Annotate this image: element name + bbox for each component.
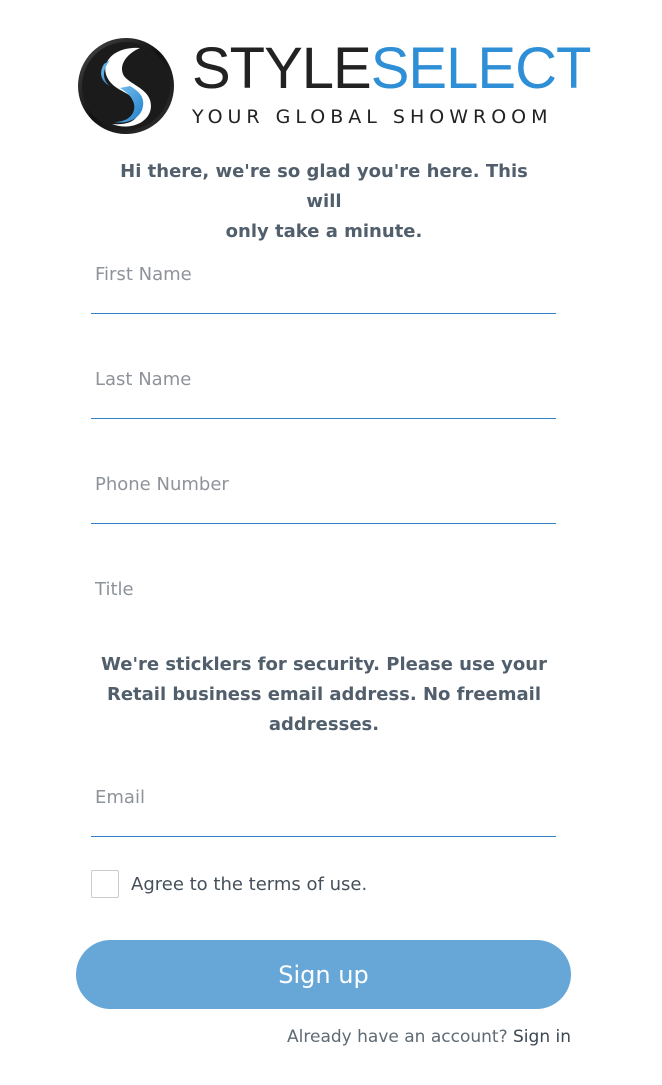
welcome-message: Hi there, we're so glad you're here. Thi… <box>100 157 548 247</box>
title-input[interactable] <box>95 570 550 608</box>
brand-wordmark: STYLESELECT YOUR GLOBAL SHOWROOM <box>192 36 592 130</box>
sign-in-link[interactable]: Sign in <box>513 1027 571 1047</box>
security-note-line-1: We're sticklers for security. Please use… <box>101 654 547 675</box>
terms-label: Agree to the terms of use. <box>131 873 368 895</box>
last-name-field <box>91 354 556 419</box>
signin-prompt-text: Already have an account? <box>287 1027 508 1047</box>
security-note-line-2: Retail business email address. No freema… <box>106 684 542 705</box>
security-note: We're sticklers for security. Please use… <box>100 650 548 740</box>
security-note-line-3: addresses. <box>268 714 380 735</box>
brand-logo: STYLESELECT YOUR GLOBAL SHOWROOM <box>76 36 591 136</box>
brand-name-part1: STYLE <box>192 36 372 101</box>
first-name-field <box>91 249 556 314</box>
welcome-line-2: only take a minute. <box>225 221 423 242</box>
terms-agreement: Agree to the terms of use. <box>91 868 367 900</box>
phone-number-field <box>91 459 556 524</box>
terms-checkbox[interactable] <box>91 870 119 898</box>
brand-name: STYLESELECT <box>192 36 592 101</box>
brand-tagline: YOUR GLOBAL SHOWROOM <box>192 106 553 128</box>
phone-number-input[interactable] <box>95 465 550 503</box>
signin-prompt: Already have an account? Sign in <box>287 1027 571 1047</box>
last-name-input[interactable] <box>95 360 550 398</box>
style-select-logo-icon <box>78 38 174 134</box>
brand-name-part2: SELECT <box>370 36 592 101</box>
title-field <box>91 564 556 608</box>
email-field <box>91 772 556 837</box>
welcome-line-1: Hi there, we're so glad you're here. Thi… <box>120 161 528 212</box>
sign-up-button[interactable]: Sign up <box>76 940 571 1009</box>
first-name-input[interactable] <box>95 255 550 293</box>
email-input[interactable] <box>95 778 550 816</box>
